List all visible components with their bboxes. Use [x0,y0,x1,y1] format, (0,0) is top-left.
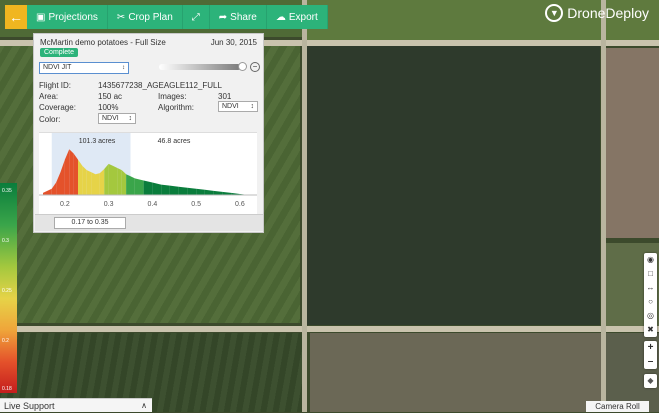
road-vertical-right [601,0,606,412]
road-horizontal-bottom [0,326,659,332]
zoom-controls: + – [644,341,657,369]
histogram-slice [130,176,135,195]
histogram-slice [196,188,205,195]
select-arrows-icon: ↕ [128,115,133,122]
flight-id-value: 1435677238_AGEAGLE112_FULL [98,81,222,90]
crop-icon: ✂ [116,11,126,23]
chevron-up-icon: ∧ [141,401,147,410]
images-label: Images: [158,92,187,101]
histogram-slice [113,165,118,195]
histogram-slice [121,170,127,195]
x-tick-label: 0.5 [191,201,201,208]
histogram-slice [82,165,87,195]
histogram-slice [91,172,96,195]
acreage-annotation: 46.8 acres [158,138,191,145]
back-button[interactable]: ← [5,5,27,29]
road-vertical-middle [302,0,307,412]
flight-date: Jun 30, 2015 [210,38,257,47]
fullscreen-button[interactable]: ⤢ [182,5,210,29]
x-tick-label: 0.6 [235,201,245,208]
select-arrows-icon: ↕ [122,65,125,71]
histogram-slice [78,159,83,195]
map-title: McMartin demo potatoes - Full Size [40,38,166,47]
camera-roll-button[interactable]: Camera Roll [586,401,649,412]
histogram-slice [95,173,100,195]
map-draw-tools: ◉ □ ↔ ○ ◎ ✖ [644,253,657,337]
field-bottom-middle [310,333,605,412]
coverage-value: 100% [98,103,119,112]
range-label: 0.17 to 0.35 [54,217,126,229]
area-label: Area: [39,92,59,101]
histogram-slice [99,169,105,195]
histogram-slice [43,188,52,195]
field-dark-main [307,45,600,325]
histogram-slice [86,170,92,195]
histogram-slice [126,174,131,195]
legend-tick-label: 0.35 [2,188,12,194]
legend-tick-label: 0.18 [2,386,12,392]
map-pin-icon[interactable]: ◉ [647,253,654,267]
legend-tick-label: 0.3 [2,238,9,244]
histogram-slice [187,187,197,195]
camera-icon: ▣ [36,11,46,23]
eye-icon[interactable]: ◎ [647,309,654,323]
dronedeploy-logo[interactable]: ▼ DroneDeploy [545,4,649,22]
logo-icon: ▼ [545,4,564,22]
histogram-slice [213,190,223,195]
algorithm-select[interactable]: NDVI ↕ [218,101,258,112]
histogram-slice [161,184,170,195]
histogram-svg: 0.2 0.3 0.4 0.5 0.6 101.3 acres 46.8 acres [39,133,257,208]
share-icon: ➦ [218,11,228,23]
map-info-panel: McMartin demo potatoes - Full Size Jun 3… [33,33,264,233]
legend-tick-label: 0.2 [2,338,9,344]
histogram-slice [204,189,214,195]
opacity-slider[interactable] [159,64,241,70]
cloud-download-icon: ☁ [275,11,286,23]
export-button[interactable]: ☁ Export [266,5,328,29]
select-arrows-icon: ↕ [250,103,255,110]
histogram-slice [108,163,113,195]
zoom-in-button[interactable]: + [648,341,654,355]
legend-tick-label: 0.25 [2,288,12,294]
top-toolbar: ← ▣ Projections ✂ Crop Plan ⤢ ➦ Share ☁ Expo… [5,5,328,29]
color-select[interactable]: NDVI ↕ [98,113,136,124]
share-button[interactable]: ➦ Share [209,5,267,29]
status-badge: Complete [40,48,78,57]
trash-icon[interactable]: ✖ [647,323,654,337]
histogram-slice [143,180,153,195]
histogram-slice [73,153,78,195]
square-icon[interactable]: □ [648,267,653,281]
x-tick-label: 0.3 [104,201,114,208]
histogram-slice [104,163,109,195]
histogram-slice [178,186,188,195]
histogram-slice [117,167,122,195]
acreage-annotation: 101.3 acres [79,138,116,145]
flight-id-label: Flight ID: [39,81,72,90]
crop-plan-button[interactable]: ✂ Crop Plan [107,5,183,29]
color-label: Color: [39,115,61,124]
area-value: 150 ac [98,92,123,101]
histogram-slice [134,178,144,195]
field-right-brown [606,48,659,238]
circle-icon[interactable]: ○ [648,295,653,309]
live-support-bar[interactable]: Live Support ∧ [0,398,152,412]
opacity-slider-handle[interactable] [238,62,247,71]
zoom-out-button[interactable]: – [648,355,654,369]
layers-icon[interactable]: ◆ [644,374,657,388]
arrow-left-icon: ← [9,9,23,25]
ruler-icon[interactable]: ↔ [647,281,655,295]
x-tick-label: 0.2 [60,201,70,208]
layer-select[interactable]: NDVI JIT ↕ [39,62,129,74]
histogram-slice [69,149,74,195]
collapse-panel-button[interactable]: − [250,62,260,72]
algorithm-label: Algorithm: [158,103,195,112]
expand-icon: ⤢ [191,11,200,23]
coverage-label: Coverage: [39,103,76,112]
histogram-slice [169,185,179,195]
histogram-slice [152,182,162,195]
x-tick-label: 0.4 [148,201,158,208]
images-value: 301 [218,92,232,101]
projections-button[interactable]: ▣ Projections [27,5,108,29]
